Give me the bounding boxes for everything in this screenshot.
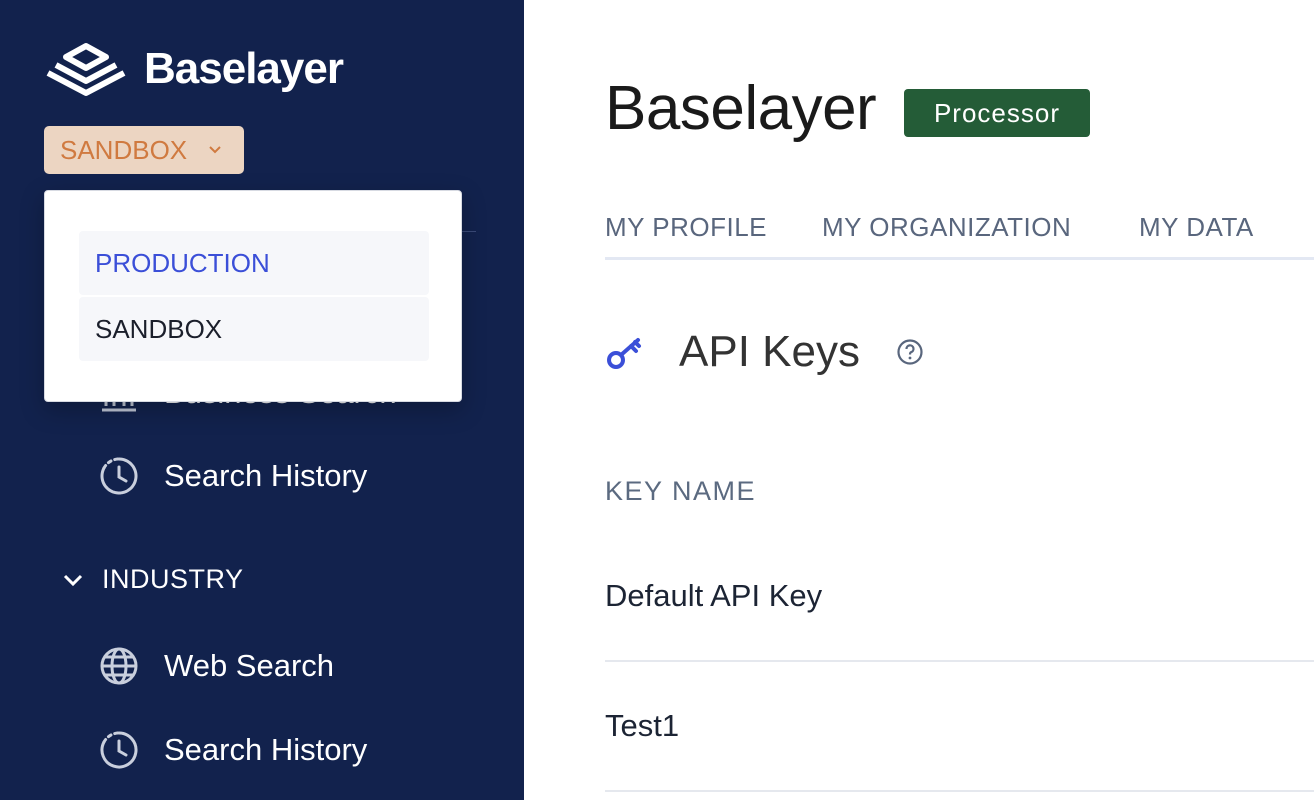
brand-name: Baselayer bbox=[144, 44, 344, 93]
sidebar-item-search-history[interactable]: Search History bbox=[98, 455, 367, 497]
sidebar-section-industry[interactable]: INDUSTRY bbox=[62, 564, 244, 595]
sidebar: Baselayer SANDBOX Business Search Search… bbox=[0, 0, 524, 800]
key-icon bbox=[607, 338, 641, 369]
environment-dropdown-menu: PRODUCTION SANDBOX bbox=[44, 190, 462, 402]
section-label: INDUSTRY bbox=[102, 564, 244, 594]
sidebar-item-label: Web Search bbox=[164, 648, 335, 683]
chevron-down-icon bbox=[209, 146, 221, 154]
page-title: Baselayer bbox=[605, 74, 877, 143]
clock-icon bbox=[100, 457, 138, 495]
tab-my-organization[interactable]: MY ORGANIZATION bbox=[822, 212, 1071, 243]
environment-selected-label: SANDBOX bbox=[60, 134, 188, 165]
section-title: API Keys bbox=[679, 327, 860, 376]
main-content: Baselayer Processor MY PROFILE MY ORGANI… bbox=[524, 0, 1314, 800]
column-header-key-name: KEY NAME bbox=[605, 476, 757, 506]
help-icon[interactable] bbox=[896, 338, 924, 366]
globe-icon bbox=[100, 647, 138, 685]
sidebar-item-label: Search History bbox=[164, 458, 368, 493]
layers-logo-icon bbox=[46, 43, 126, 96]
sidebar-item-label: Search History bbox=[164, 732, 368, 767]
environment-option-sandbox[interactable]: SANDBOX bbox=[79, 297, 429, 361]
profile-tabs: MY PROFILE MY ORGANIZATION MY DATA bbox=[605, 212, 1314, 260]
api-keys-header: API Keys bbox=[605, 330, 924, 374]
environment-selector[interactable]: SANDBOX bbox=[44, 126, 244, 174]
environment-option-production[interactable]: PRODUCTION bbox=[79, 231, 429, 295]
table-row[interactable]: Default API Key bbox=[605, 532, 1314, 662]
sidebar-item-web-search[interactable]: Web Search bbox=[98, 645, 334, 687]
tab-my-profile[interactable]: MY PROFILE bbox=[605, 212, 767, 243]
table-row[interactable]: Test1 bbox=[605, 662, 1314, 792]
sidebar-item-industry-search-history[interactable]: Search History bbox=[98, 729, 367, 771]
brand-logo[interactable]: Baselayer bbox=[44, 40, 344, 98]
tab-my-data[interactable]: MY DATA bbox=[1139, 212, 1254, 243]
chevron-down-icon bbox=[63, 574, 83, 586]
key-name-cell: Test1 bbox=[605, 708, 680, 743]
clock-icon bbox=[100, 731, 138, 769]
key-name-cell: Default API Key bbox=[605, 578, 823, 613]
role-badge: Processor bbox=[904, 89, 1090, 137]
